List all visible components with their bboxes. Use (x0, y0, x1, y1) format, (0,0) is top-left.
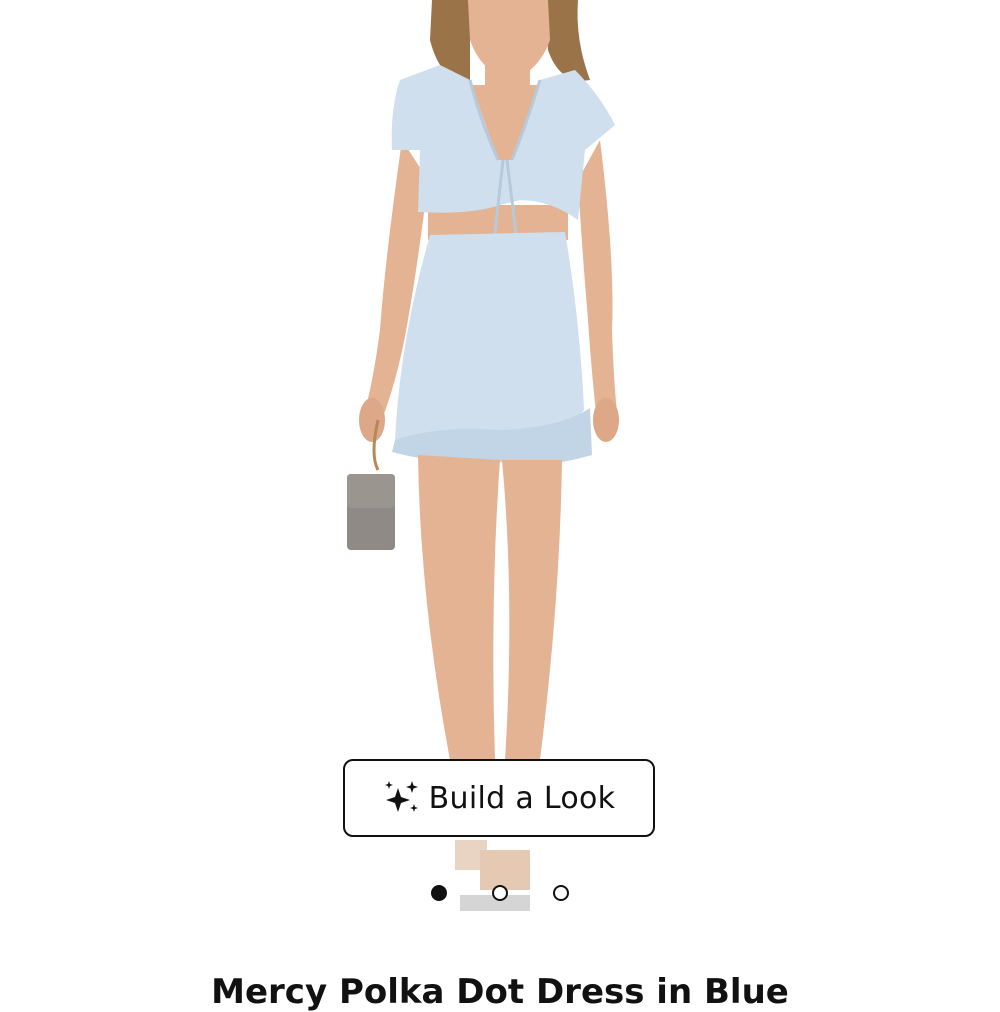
carousel-dot-2[interactable] (492, 885, 508, 901)
sparkles-icon (384, 781, 418, 812)
build-a-look-button[interactable]: Build a Look (343, 759, 655, 837)
carousel-indicators (0, 880, 1000, 906)
carousel-dot-3[interactable] (553, 885, 569, 901)
product-title: Mercy Polka Dot Dress in Blue (211, 972, 789, 1012)
carousel-dot-1[interactable] (431, 885, 447, 901)
build-a-look-label: Build a Look (428, 780, 616, 816)
